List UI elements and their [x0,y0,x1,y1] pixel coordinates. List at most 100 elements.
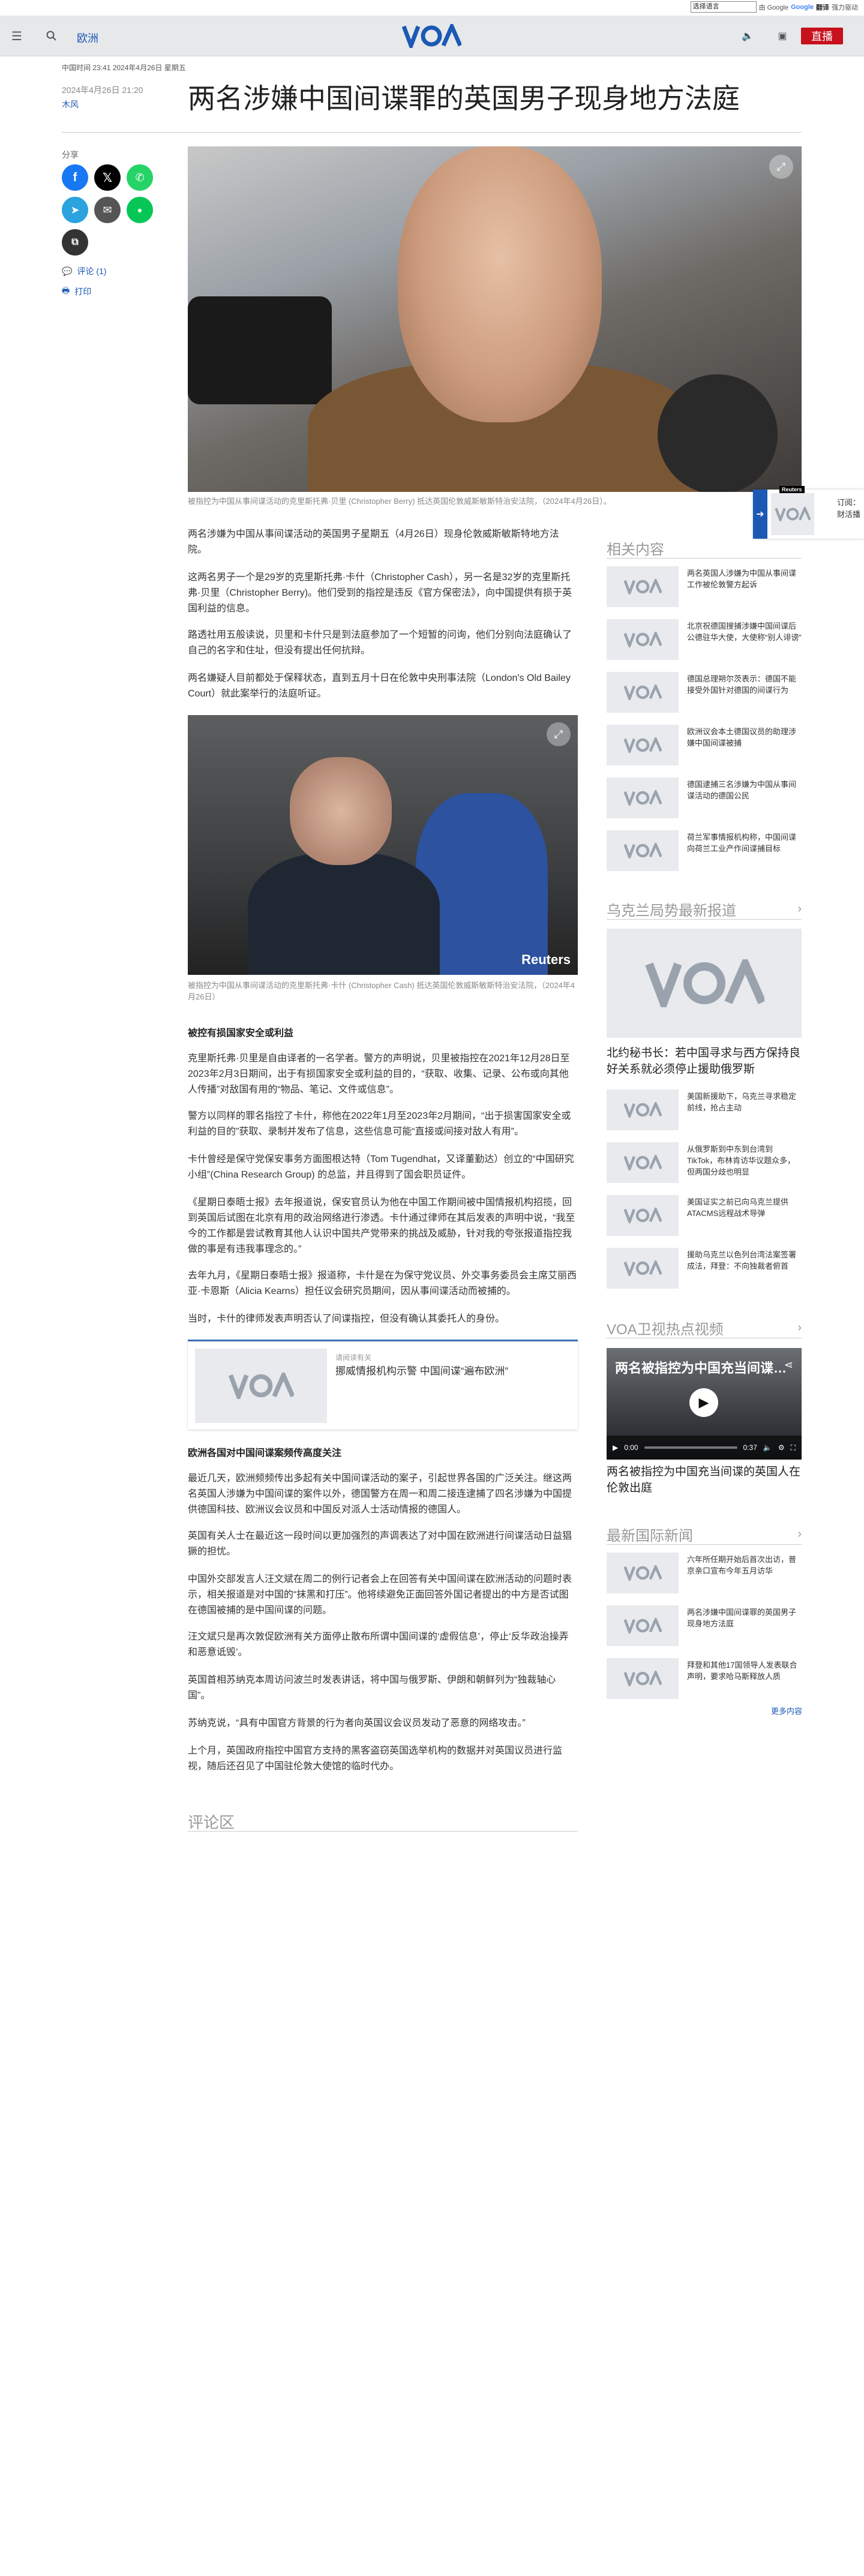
meta-top: 中国时间 23:41 2024年4月26日 星期五 [62,64,186,72]
thumbnail [607,777,679,818]
related-title: 德国逮捕三名涉嫌为中国从事间谍活动的德国公民 [687,780,797,800]
print-link-label: 打印 [74,287,92,296]
email-share-button[interactable]: ✉ [94,197,121,223]
fullscreen-icon[interactable]: ⛶ [791,1443,796,1452]
email-icon: ✉ [103,203,112,216]
telegram-share-button[interactable]: ➤ [62,197,88,223]
video-overlay-title: 两名被指控为中国充当间谍… [615,1361,787,1376]
related-item[interactable]: 荷兰军事情报机构称，中国间谍向荷兰工业产作间谍捕目标 [607,830,802,873]
related-heading: 相关内容 [607,538,802,559]
ukraine-item[interactable]: 援助乌克兰以色列台湾法案签署成法，拜登：不向独裁者俯首 [607,1248,802,1291]
video-icon[interactable]: ▣ [774,28,791,44]
world-item[interactable]: 拜登和其他17国领导人发表联合声明，要求哈马斯释放人质 [607,1658,802,1701]
world-item[interactable]: 六年所任期开始后首次出访，普京亲口宣布今年五月访华 [607,1553,802,1596]
time-total: 0:37 [743,1443,757,1452]
ukraine-heading-label: 乌克兰局势最新报道 [607,903,736,919]
chevron-right-icon: › [797,1527,802,1541]
voa-logo [775,507,811,521]
thumbnail [607,1142,679,1183]
print-link[interactable]: 🖶 打印 [62,284,91,299]
ukraine-lead-title[interactable]: 北约秘书长：若中国寻求与西方保持良好关系就必须停止援助俄罗斯 [607,1045,805,1077]
translate-powered: 由 Google [758,4,789,11]
expand-icon[interactable]: ⤢ [769,155,793,179]
paragraph: 当时，卡什的律师发表声明否认了间谍指控，但没有确认其委托人的身份。 [188,1314,505,1324]
ukraine-heading[interactable]: 乌克兰局势最新报道 › [607,899,802,920]
translate-product[interactable]: 翻译 [816,2,829,12]
x-share-button[interactable]: 𝕏 [94,164,121,191]
related-title: 荷兰军事情报机构称，中国间谍向荷兰工业产作间谍捕目标 [687,833,797,853]
play-button[interactable]: ▶ [689,1388,718,1417]
search-icon[interactable] [43,28,60,44]
related-item[interactable]: 北京祝德国搜捕涉嫌中国间谍后公德驻华大使，大使称“别人诽谤” [607,619,802,662]
copy-link-button[interactable]: ⧉ [62,229,88,256]
thumbnail [607,1089,679,1130]
share-icon[interactable]: ⋖ [784,1359,793,1371]
world-item[interactable]: 两名涉嫌中国间谍罪的英国男子现身地方法庭 [607,1605,802,1649]
ukraine-lead-thumbnail[interactable] [607,929,802,1038]
more-link[interactable]: 更多内容 [771,1705,802,1716]
progress-bar[interactable] [644,1446,737,1449]
thumbnail [607,1195,679,1236]
voa-logo [623,1618,662,1634]
world-heading-label: 最新国际新闻 [607,1528,693,1544]
author-link[interactable]: 木风 [62,98,79,110]
paragraph: 汪文斌只是再次敦促欧洲有关方面停止散布所谓中国间谍的‘虚假信息’，停止‘反华政治… [188,1632,569,1658]
voa-logo [623,579,662,595]
paragraph: 苏纳克说，“具有中国官方背景的行为者向英国议会议员发动了恶意的网络攻击。” [188,1718,526,1728]
audio-icon[interactable]: 🔈 [739,28,756,44]
promo-badge: Reuters [779,486,805,493]
video-title[interactable]: 两名被指控为中国充当间谍的英国人在伦敦出庭 [607,1464,805,1496]
related-title: 两名英国人涉嫌为中国从事间谍工作被伦敦警方起诉 [687,569,797,589]
related-item[interactable]: 德国总理朔尔茨表示：德国不能接受外国针对德国的间谍行为 [607,672,802,715]
paragraph: 上个月，英国政府指控中国官方支持的黑客盗窃英国选举机构的数据并对英国议员进行监视… [188,1746,563,1772]
video-heading[interactable]: VOA卫视热点视频 › [607,1317,802,1338]
voa-logo[interactable] [401,24,461,48]
related-item[interactable]: 欧洲议会本土德国议员的助理涉嫌中国间谍被捕 [607,725,802,768]
paragraph: 警方以同样的罪名指控了卡什，称他在2022年1月至2023年2月期间，“出于损害… [188,1111,571,1137]
world-heading[interactable]: 最新国际新闻 › [607,1524,802,1545]
expand-icon[interactable]: ⤢ [547,722,571,746]
section-link[interactable]: 欧洲 [77,30,98,46]
translate-bar: 选择语言 由 Google Google 翻译 强力驱动 [0,0,864,16]
ukraine-item[interactable]: 从俄罗斯到中东到台湾到TikTok，布林肯访华议题众多，但两国分歧也明显 [607,1142,802,1185]
menu-icon[interactable]: ☰ [8,28,25,44]
related-item[interactable]: 两名英国人涉嫌为中国从事间谍工作被伦敦警方起诉 [607,566,802,610]
volume-icon[interactable]: 🔈 [763,1443,772,1452]
world-title: 两名涉嫌中国间谍罪的英国男子现身地方法庭 [687,1608,797,1628]
video-player[interactable]: 两名被指控为中国充当间谍… ⋖ ▶ ▶ 0:00 0:37 🔈 ⚙ ⛶ [607,1348,802,1460]
time-current: 0:00 [624,1443,638,1452]
chevron-right-icon: › [797,1321,802,1334]
promo-thumbnail [771,493,814,535]
sidebar-divider [607,558,802,559]
related-item[interactable]: 德国逮捕三名涉嫌为中国从事间谍活动的德国公民 [607,777,802,821]
related-article-card[interactable]: 请阅读有关 挪威情报机构示警 中国间谍“遍布欧洲” [188,1340,578,1430]
site-header: ☰ 欧洲 🔈 ▣ 直播 [0,16,864,56]
publish-date: 2024年4月26日 21:20 [62,85,143,95]
ukraine-item[interactable]: 美国证实之前已向乌克兰提供ATACMS远程战术导弹 [607,1195,802,1238]
paragraph: 这两名男子一个是29岁的克里斯托弗·卡什（Christopher Cash），另… [188,572,572,614]
world-title: 拜登和其他17国领导人发表联合声明，要求哈马斯释放人质 [687,1661,797,1681]
whatsapp-share-button[interactable]: ✆ [127,164,153,191]
live-button[interactable]: 直播 [801,28,843,44]
arrow-left-icon[interactable]: ➔ [753,490,767,539]
hero-caption: 被指控为中国从事间谍活动的克里斯托弗·贝里 (Christopher Berry… [188,497,611,506]
related-label: 请阅读有关 [335,1353,372,1362]
thumbnail [607,1248,679,1289]
paragraph: 两名嫌疑人目前都处于保释状态，直到五月十日在伦敦中央刑事法院（London's … [188,673,571,699]
thumbnail [607,1658,679,1699]
voa-logo [623,737,662,753]
thumbnail [607,830,679,871]
line-share-button[interactable]: ● [127,197,153,223]
comments-divider [188,1831,578,1832]
thumbnail [607,672,679,713]
settings-icon[interactable]: ⚙ [778,1443,785,1452]
ukraine-item[interactable]: 美国新援助下，乌克兰寻求稳定前线，抢占主动 [607,1089,802,1133]
comments-link[interactable]: 💬 评论 (1) [62,265,106,277]
facebook-share-button[interactable]: f [62,164,88,191]
comments-link-label: 评论 (1) [77,266,107,276]
floating-promo[interactable]: ➔ Reuters 订阅： 财活播 [753,486,864,539]
language-select[interactable]: 选择语言 [690,1,757,13]
paragraph: 英国有关人士在最近这一段时间以更加强烈的声调表达了对中国在欧洲进行间谍活动日益猖… [188,1531,572,1557]
play-icon[interactable]: ▶ [613,1443,618,1452]
paragraph: 英国首相苏纳克本周访问波兰时发表讲话，将中国与俄罗斯、伊朗和朝鲜列为“独裁轴心国… [188,1675,556,1701]
